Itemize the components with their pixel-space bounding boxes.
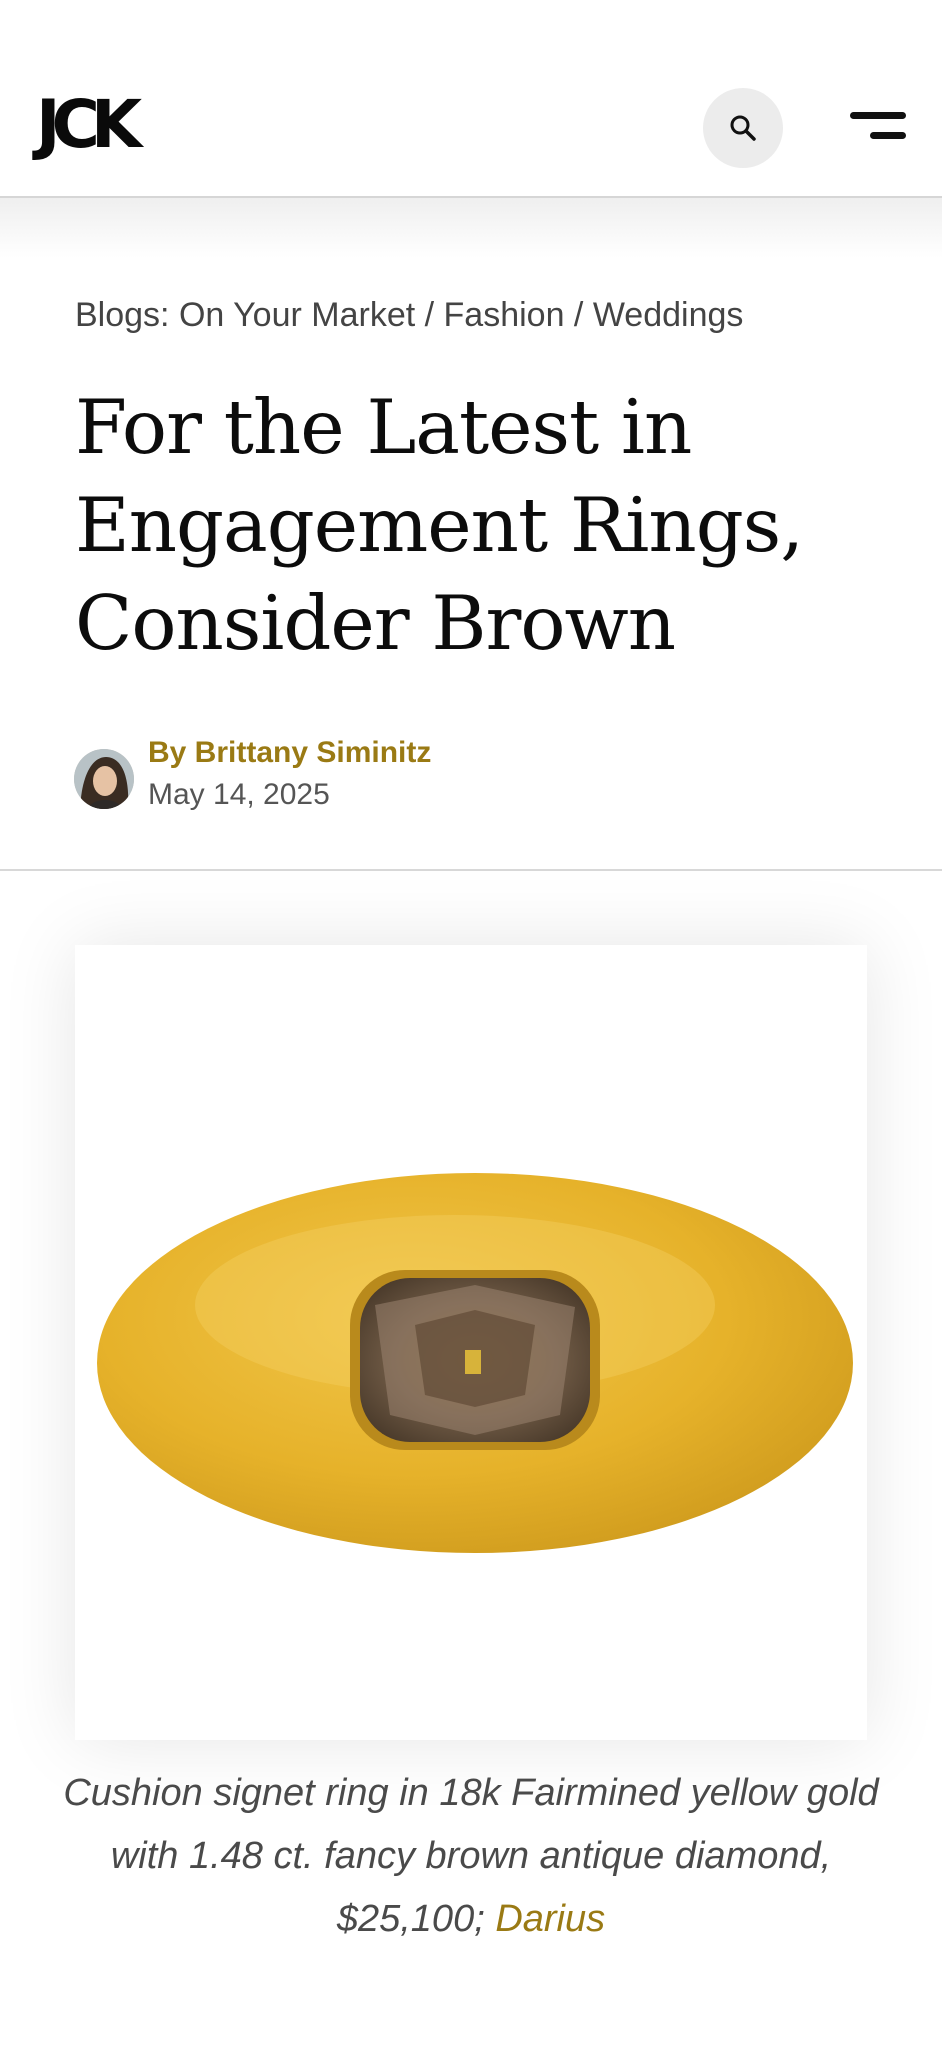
caption-text: Cushion signet ring in 18k Fairmined yel…: [63, 1772, 879, 1940]
author-avatar: [74, 749, 134, 809]
header-shadow: [0, 198, 942, 258]
publish-date: May 14, 2025: [148, 778, 330, 811]
search-button[interactable]: [703, 88, 783, 168]
breadcrumb[interactable]: Blogs: On Your Market / Fashion / Weddin…: [75, 296, 743, 335]
menu-button[interactable]: [850, 110, 906, 144]
search-icon: [730, 115, 756, 141]
article-image: [75, 945, 867, 1740]
jck-logo[interactable]: JCK: [36, 92, 142, 158]
image-caption: Cushion signet ring in 18k Fairmined yel…: [60, 1762, 882, 1951]
article-title: For the Latest in Engagement Rings, Cons…: [75, 383, 804, 667]
ring-image: [97, 1173, 853, 1553]
divider: [0, 869, 942, 871]
author-link[interactable]: By Brittany Siminitz: [148, 736, 431, 770]
caption-link-darius[interactable]: Darius: [495, 1898, 605, 1940]
site-header: JCK: [0, 0, 942, 198]
menu-icon: [850, 112, 906, 119]
